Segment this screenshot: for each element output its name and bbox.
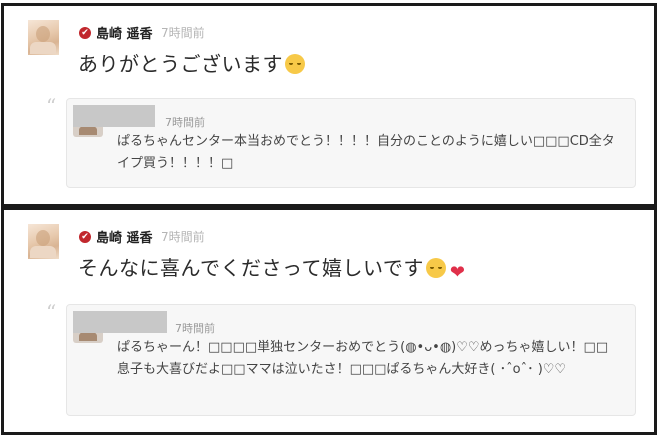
avatar[interactable]	[28, 224, 59, 259]
comment-text-body: ありがとうございます	[78, 52, 283, 76]
smiling-face-icon	[285, 54, 305, 74]
reply-author-blurred	[73, 105, 155, 127]
comment-text-body: そんなに喜んでくださって嬉しいです	[78, 256, 424, 280]
quote-icon: “	[46, 94, 57, 118]
reply-text: ぱるちゃーん！□□□□単独センターおめでとう(◍•ᴗ•◍)♡♡めっちゃ嬉しい！□…	[117, 340, 609, 377]
smiling-face-icon	[425, 258, 446, 278]
comment-text: ありがとうございます	[78, 48, 305, 77]
author-name[interactable]: 島崎 遥香	[96, 23, 153, 42]
comment-card: ✔ 島崎 遥香 7時間前 ありがとうございます “ 7時間前 ぱるちゃんセンター…	[1, 3, 657, 207]
quote-icon: “	[46, 300, 57, 324]
reply-box: 7時間前 ぱるちゃーん！□□□□単独センターおめでとう(◍•ᴗ•◍)♡♡めっちゃ…	[66, 304, 636, 416]
heart-icon: ❤	[449, 262, 466, 283]
reply-text: ぱるちゃんセンター本当おめでとう！！！！自分のことのように嬉しい□□□CD全タイ…	[117, 134, 615, 171]
reply-timestamp: 7時間前	[165, 116, 205, 129]
reply-timestamp: 7時間前	[175, 322, 215, 335]
verified-badge-icon: ✔	[79, 231, 91, 243]
timestamp: 7時間前	[161, 230, 205, 244]
author-name[interactable]: 島崎 遥香	[96, 227, 153, 246]
avatar[interactable]	[28, 20, 59, 55]
reply-author-blurred	[73, 311, 167, 333]
verified-badge-icon: ✔	[79, 27, 91, 39]
reply-box: 7時間前 ぱるちゃんセンター本当おめでとう！！！！自分のことのように嬉しい□□□…	[66, 98, 636, 188]
comment-card: ✔ 島崎 遥香 7時間前 そんなに喜んでくださって嬉しいです ❤ “ 7時間前 ぱ…	[1, 207, 657, 435]
comment-text: そんなに喜んでくださって嬉しいです ❤	[78, 252, 466, 283]
timestamp: 7時間前	[161, 26, 205, 40]
